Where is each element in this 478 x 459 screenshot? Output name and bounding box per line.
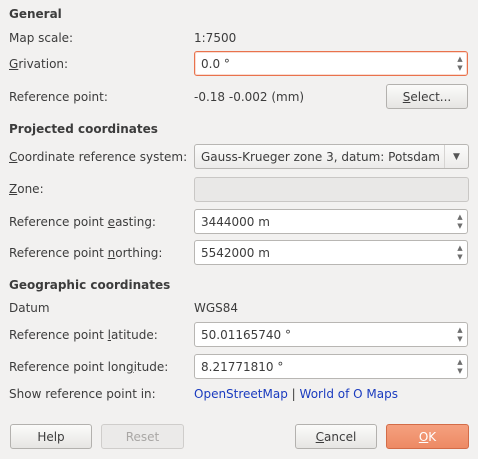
spin-up-icon[interactable]: ▲ [457,244,462,253]
crs-value: Gauss-Krueger zone 3, datum: Potsdam [201,150,440,164]
section-geographic-title: Geographic coordinates [9,278,171,292]
map-links: OpenStreetMap | World of O Maps [194,387,398,401]
spin-up-icon[interactable]: ▲ [457,55,462,64]
latitude-value: 50.01165740 ° [201,328,291,342]
cancel-mnemonic: C [315,429,325,444]
spin-arrows-icon[interactable]: ▲ ▼ [453,210,467,233]
northing-label: Reference point northing: [9,246,162,260]
latitude-spinbox[interactable]: 50.01165740 ° ▲ ▼ [194,322,468,347]
latitude-label-pre: Reference point [9,328,108,342]
crs-label: Coordinate reference system: [9,150,187,164]
ok-button[interactable]: OK [386,424,469,449]
spin-arrows-icon[interactable]: ▲ ▼ [453,241,467,264]
spin-up-icon[interactable]: ▲ [457,213,462,222]
easting-mnemonic: e [107,215,116,229]
zone-label: Zone: [9,182,44,196]
reset-button[interactable]: Reset [101,424,184,449]
grivation-mnemonic: G [9,57,19,71]
chevron-down-icon[interactable]: ▼ [444,145,468,168]
latitude-label-rest: atitude: [111,328,158,342]
datum-value: WGS84 [194,301,239,315]
zone-label-rest: one: [17,182,44,196]
map-scale-label: Map scale: [9,31,74,45]
cancel-button-rest: ancel [324,429,357,444]
help-button[interactable]: Help [10,424,92,449]
spin-arrows-icon[interactable]: ▲ ▼ [453,355,467,378]
spin-down-icon[interactable]: ▼ [457,253,462,262]
cancel-button[interactable]: Cancel [295,424,377,449]
easting-label-rest: asting: [115,215,156,229]
grivation-label-rest: rivation: [18,57,69,71]
openstreetmap-link[interactable]: OpenStreetMap [194,387,288,401]
longitude-label: Reference point longitude: [9,360,168,374]
zone-field [194,177,469,202]
map-scale-value: 1:7500 [194,31,237,45]
easting-label: Reference point easting: [9,215,156,229]
spin-up-icon[interactable]: ▲ [457,358,462,367]
longitude-spinbox[interactable]: 8.21771810 ° ▲ ▼ [194,354,468,379]
northing-value: 5542000 m [201,246,270,260]
select-mnemonic: S [402,89,411,104]
crs-label-rest: oordinate reference system: [17,150,188,164]
spin-up-icon[interactable]: ▲ [457,326,462,335]
spin-down-icon[interactable]: ▼ [457,222,462,231]
section-projected-title: Projected coordinates [9,122,158,136]
reference-point-label: Reference point: [9,90,108,104]
spin-down-icon[interactable]: ▼ [457,367,462,376]
zone-mnemonic: Z [9,182,18,196]
longitude-mnemonic: g [125,360,134,374]
datum-label: Datum [9,301,50,315]
select-button[interactable]: Select... [386,84,468,109]
section-general-title: General [9,7,62,21]
ok-mnemonic: O [418,429,429,444]
northing-spinbox[interactable]: 5542000 m ▲ ▼ [194,240,468,265]
grivation-value: 0.0 ° [201,57,230,71]
spin-arrows-icon[interactable]: ▲ ▼ [453,52,467,75]
longitude-label-pre: Reference point lon [9,360,126,374]
easting-spinbox[interactable]: 3444000 m ▲ ▼ [194,209,468,234]
spin-arrows-icon[interactable]: ▲ ▼ [453,323,467,346]
easting-value: 3444000 m [201,215,270,229]
grivation-spinbox[interactable]: 0.0 ° ▲ ▼ [194,51,468,76]
easting-label-pre: Reference point [9,215,108,229]
northing-label-pre: Reference point [9,246,108,260]
longitude-value: 8.21771810 ° [201,360,284,374]
latitude-label: Reference point latitude: [9,328,158,342]
crs-combobox[interactable]: Gauss-Krueger zone 3, datum: Potsdam ▼ [194,144,469,169]
ok-button-rest: K [428,429,437,444]
show-in-label: Show reference point in: [9,387,156,401]
link-separator: | [291,387,296,401]
grivation-label: Grivation: [9,57,68,71]
spin-down-icon[interactable]: ▼ [457,64,462,73]
select-button-rest: elect... [410,89,452,104]
northing-label-rest: orthing: [115,246,163,260]
spin-down-icon[interactable]: ▼ [457,335,462,344]
longitude-label-rest: itude: [133,360,169,374]
world-of-o-maps-link[interactable]: World of O Maps [300,387,398,401]
reference-point-value: -0.18 -0.002 (mm) [194,90,305,104]
